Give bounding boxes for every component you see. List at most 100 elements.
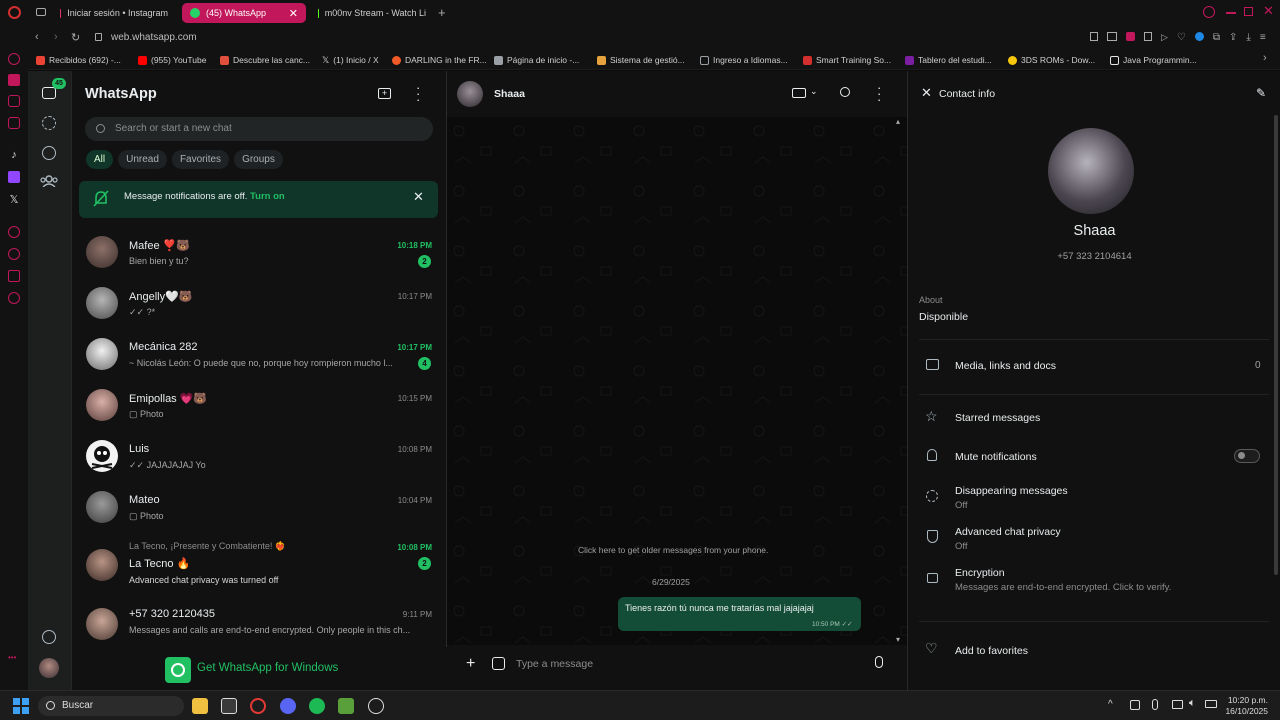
shield-icon[interactable] — [1126, 32, 1135, 41]
search-tabs-icon[interactable] — [1203, 6, 1215, 18]
microphone-icon[interactable] — [875, 656, 883, 668]
taskbar-clock[interactable]: 10:20 p.m. 16/10/2025 — [1222, 695, 1268, 717]
opera-taskbar-icon[interactable] — [250, 698, 266, 714]
bookmark-tablero[interactable]: Tablero del estudi... — [905, 53, 992, 67]
bookmark-youtube[interactable]: (955) YouTube — [138, 53, 206, 67]
filter-groups[interactable]: Groups — [234, 150, 283, 169]
starred-messages[interactable]: ☆ Starred messages — [908, 403, 1280, 433]
spotify-icon[interactable] — [309, 698, 325, 714]
close-info-icon[interactable]: ✕ — [921, 85, 932, 101]
tab-instagram[interactable]: Iniciar sesión • Instagram — [52, 3, 176, 23]
chat-item[interactable]: Angelly🤍🐻 ✓✓ ?* 10:17 PM — [72, 277, 447, 328]
heart-icon[interactable]: ♡ — [1177, 32, 1186, 43]
downloads-icon[interactable] — [8, 248, 20, 260]
bookmark-smart[interactable]: Smart Training So... — [803, 53, 891, 67]
extensions-icon[interactable]: ⧉ — [1213, 32, 1220, 43]
edit-icon[interactable]: ✎ — [1256, 86, 1266, 100]
media-links-docs[interactable]: Media, links and docs 0 — [908, 351, 1280, 381]
maximize-icon[interactable] — [1244, 7, 1253, 16]
tab-overview-icon[interactable] — [36, 8, 46, 16]
play-icon[interactable]: ▷ — [1161, 32, 1168, 43]
home-icon[interactable] — [8, 53, 20, 65]
music-sidebar-icon[interactable]: ♪ — [8, 149, 20, 161]
contact-avatar[interactable] — [457, 81, 483, 107]
advanced-chat-privacy[interactable]: Advanced chat privacy Off — [908, 521, 1280, 555]
status-icon[interactable] — [42, 116, 56, 130]
snapshot-icon[interactable] — [1107, 32, 1117, 41]
contact-photo[interactable] — [1048, 128, 1134, 214]
tab-whatsapp[interactable]: (45) WhatsApp ✕ — [182, 3, 306, 23]
bookmark-inicio[interactable]: Página de inicio -... — [494, 53, 579, 67]
new-tab-icon[interactable]: + — [438, 5, 446, 20]
turn-on-link[interactable]: Turn on — [250, 191, 285, 202]
close-tab-icon[interactable]: ✕ — [289, 7, 298, 20]
bookmark-gmail[interactable]: Recibidos (692) -... — [36, 53, 121, 67]
chat-item[interactable]: Mateo ▢ Photo 10:04 PM — [72, 481, 447, 532]
search-icon[interactable] — [840, 87, 850, 97]
scroll-up-icon[interactable]: ▴ — [896, 117, 900, 126]
channels-icon[interactable] — [42, 146, 56, 160]
filter-favorites[interactable]: Favorites — [171, 150, 230, 169]
windows-start-icon[interactable] — [13, 698, 29, 714]
menu-dots-icon[interactable]: · · · — [877, 81, 881, 106]
instagram-sidebar-icon[interactable] — [8, 95, 20, 107]
reload-icon[interactable]: ↻ — [71, 31, 80, 44]
chat-item[interactable]: +57 320 2120435 Messages and calls are e… — [72, 598, 447, 646]
download-icon[interactable]: ⤓ — [1246, 32, 1250, 43]
chat-item[interactable]: La Tecno, ¡Presente y Combatiente! ❤️‍🔥 … — [72, 532, 447, 598]
messenger-icon[interactable] — [8, 117, 20, 129]
more-bookmarks-icon[interactable]: › — [1263, 52, 1267, 64]
file-explorer-icon[interactable] — [192, 698, 208, 714]
bookmark-music[interactable]: Descubre las canc... — [220, 53, 310, 67]
video-call-icon[interactable] — [792, 88, 806, 98]
add-to-favorites[interactable]: ♡ Add to favorites — [908, 636, 1280, 666]
mute-notifications[interactable]: Mute notifications — [908, 442, 1280, 472]
chat-item[interactable]: Emipollas 💗🐻 ▢ Photo 10:15 PM — [72, 379, 447, 430]
microphone-tray-icon[interactable] — [1152, 699, 1158, 710]
get-app-banner[interactable]: Get WhatsApp for Windows — [72, 647, 447, 690]
bookmark-darling[interactable]: DARLING in the FR... — [392, 53, 487, 67]
taskbar-search[interactable]: Buscar — [38, 696, 184, 716]
menu-icon[interactable]: ≡ — [1260, 32, 1266, 43]
opera-logo-icon[interactable] — [8, 6, 21, 19]
chats-icon[interactable] — [42, 87, 56, 99]
camera-icon[interactable] — [1144, 32, 1152, 41]
store-icon[interactable] — [221, 698, 237, 714]
contact-name[interactable]: Shaaa — [494, 88, 525, 100]
disappearing-messages[interactable]: Disappearing messages Off — [908, 480, 1280, 514]
attach-icon[interactable]: + — [466, 655, 475, 673]
mute-toggle[interactable] — [1234, 449, 1260, 463]
x-sidebar-icon[interactable]: 𝕏 — [8, 193, 20, 206]
new-chat-icon[interactable]: + — [378, 88, 391, 99]
encryption[interactable]: Encryption Messages are end-to-end encry… — [908, 562, 1280, 596]
profile-avatar[interactable] — [39, 658, 59, 678]
steam-icon[interactable] — [368, 698, 384, 714]
chevron-down-icon[interactable]: ⌄ — [810, 86, 818, 97]
minimize-icon[interactable] — [1226, 12, 1236, 14]
chat-item[interactable]: Mafee ❣️🐻 Bien bien y tu? 10:18 PM 2 — [72, 226, 447, 277]
settings-icon[interactable] — [42, 630, 56, 644]
bookmark-sistema[interactable]: Sistema de gestió... — [597, 53, 685, 67]
scroll-down-icon[interactable]: ▾ — [896, 635, 900, 644]
minecraft-icon[interactable] — [338, 698, 354, 714]
chat-item[interactable]: Luis ✓✓ JAJAJAJAJ Yo 10:08 PM — [72, 430, 447, 481]
bookmarks-icon[interactable] — [8, 270, 20, 282]
close-notice-icon[interactable]: ✕ — [413, 189, 424, 205]
chat-item[interactable]: Mecánica 282 ~ Nicolás León: O puede que… — [72, 328, 447, 379]
share-icon[interactable]: ⇪ — [1229, 32, 1237, 43]
close-window-icon[interactable]: ✕ — [1263, 3, 1274, 19]
network-icon[interactable] — [1172, 700, 1183, 709]
bookmark-java[interactable]: Java Programmin... — [1110, 53, 1197, 67]
tab-stream[interactable]: m00nv Stream - Watch Li — [310, 3, 434, 23]
forward-icon[interactable]: › — [54, 31, 58, 43]
menu-dots-icon[interactable]: · · · — [416, 81, 420, 106]
message-input[interactable]: Type a message — [516, 658, 593, 670]
discord-icon[interactable] — [280, 698, 296, 714]
back-icon[interactable]: ‹ — [35, 31, 39, 43]
search-input[interactable]: Search or start a new chat — [85, 117, 433, 141]
filter-unread[interactable]: Unread — [118, 150, 167, 169]
history-icon[interactable] — [8, 226, 20, 238]
more-sidebar-icon[interactable]: ••• — [8, 653, 20, 665]
battery-icon[interactable] — [1205, 700, 1217, 708]
outgoing-message[interactable]: Tienes razón tú nunca me tratarías mal j… — [618, 597, 861, 631]
